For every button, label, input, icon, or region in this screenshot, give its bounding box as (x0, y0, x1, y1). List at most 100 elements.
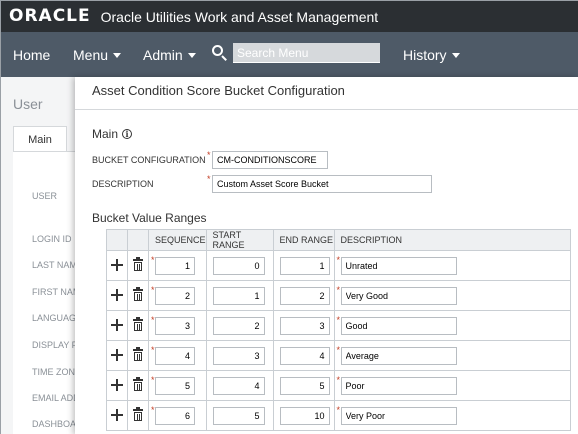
plus-icon[interactable] (111, 289, 123, 302)
search-icon[interactable] (212, 45, 228, 61)
bucket-configuration-label: BUCKET CONFIGURATION (92, 155, 206, 165)
add-row-cell (106, 370, 128, 401)
nav-bar: Home Menu Admin History (1, 32, 578, 77)
sequence-cell: * (148, 400, 207, 431)
grid-header-end-range: END RANGE (272, 229, 335, 251)
plus-icon[interactable] (111, 349, 123, 362)
description-cell: * (333, 310, 572, 341)
required-marker: * (336, 345, 341, 355)
caret-down-icon (451, 53, 460, 58)
end-range-input[interactable] (279, 377, 330, 395)
description-input[interactable] (340, 317, 457, 335)
sequence-cell: * (148, 340, 207, 371)
nav-home-label: Home (13, 46, 51, 63)
delete-row-cell (127, 250, 149, 281)
grid-header-sequence: SEQUENCE (148, 229, 207, 251)
plus-icon[interactable] (111, 259, 123, 272)
description-field[interactable] (212, 175, 432, 193)
sequence-input[interactable] (155, 377, 195, 395)
sequence-input[interactable] (155, 287, 195, 305)
background-label-language: LANGUAGE (32, 313, 75, 323)
start-range-cell (205, 250, 274, 281)
app-title: Oracle Utilities Work and Asset Manageme… (100, 8, 379, 25)
trash-icon[interactable] (133, 377, 143, 392)
plus-icon[interactable] (111, 409, 123, 422)
delete-row-cell (127, 310, 149, 341)
background-label-user: USER (32, 191, 58, 201)
section-main-label: Main (92, 127, 119, 141)
start-range-input[interactable] (212, 377, 265, 395)
background-label-display-profile: DISPLAY PROFILE (32, 340, 75, 350)
nav-history[interactable]: History (403, 32, 460, 77)
required-marker: * (207, 150, 211, 160)
background-label-dashboard: DASHBOARD (32, 419, 75, 429)
description-input[interactable] (340, 407, 457, 425)
start-range-input[interactable] (212, 407, 265, 425)
end-range-cell (272, 280, 335, 311)
start-range-cell (205, 400, 274, 431)
required-marker: * (151, 375, 155, 385)
required-marker: * (336, 315, 341, 325)
end-range-input[interactable] (279, 287, 330, 305)
nav-home[interactable]: Home (13, 32, 50, 77)
start-range-input[interactable] (212, 317, 265, 335)
section-main-heading: Main i (92, 127, 133, 141)
end-range-cell (272, 340, 335, 371)
tab-main-label: Main (28, 133, 52, 146)
background-label-time-zone: TIME ZONE (32, 367, 75, 377)
trash-icon[interactable] (133, 347, 143, 362)
grid-header-row: SEQUENCE START RANGE END RANGE DESCRIPTI… (106, 229, 572, 251)
required-marker: * (336, 405, 341, 415)
trash-icon[interactable] (133, 257, 143, 272)
end-range-cell (272, 310, 335, 341)
background-page-title: User (13, 96, 43, 112)
start-range-cell (205, 340, 274, 371)
caret-down-icon (187, 53, 196, 58)
description-input[interactable] (340, 257, 457, 275)
tab-main[interactable]: Main (13, 126, 67, 152)
info-icon[interactable]: i (122, 129, 133, 139)
search-menu (212, 43, 380, 63)
required-marker: * (207, 174, 211, 184)
end-range-input[interactable] (279, 317, 330, 335)
grid-header-delete (127, 229, 149, 251)
required-marker: * (336, 375, 341, 385)
end-range-input[interactable] (279, 407, 330, 425)
nav-admin[interactable]: Admin (143, 32, 196, 77)
section-bucket-value-ranges: Bucket Value Ranges (92, 211, 207, 225)
start-range-cell (205, 280, 274, 311)
bucket-configuration-field[interactable] (212, 151, 328, 169)
modal-title: Asset Condition Score Bucket Configurati… (92, 83, 345, 98)
nav-history-label: History (403, 46, 447, 63)
start-range-input[interactable] (212, 287, 265, 305)
required-marker: * (336, 255, 341, 265)
plus-icon[interactable] (111, 379, 123, 392)
trash-icon[interactable] (133, 287, 143, 302)
trash-icon[interactable] (133, 317, 143, 332)
modal-divider (75, 109, 578, 110)
add-row-cell (106, 340, 128, 371)
description-input[interactable] (340, 287, 457, 305)
end-range-input[interactable] (279, 347, 330, 365)
description-input[interactable] (340, 347, 457, 365)
description-input[interactable] (340, 377, 457, 395)
caret-down-icon (113, 53, 122, 58)
plus-icon[interactable] (111, 319, 123, 332)
end-range-cell (272, 250, 335, 281)
description-cell: * (333, 340, 572, 371)
background-label-login-id: LOGIN ID (32, 234, 72, 244)
start-range-input[interactable] (212, 347, 265, 365)
search-input[interactable] (233, 43, 380, 63)
start-range-input[interactable] (212, 257, 265, 275)
background-label-email: EMAIL ADDRESS (32, 393, 75, 403)
table-row: ** (106, 400, 572, 431)
add-row-cell (106, 280, 128, 311)
sequence-input[interactable] (155, 257, 195, 275)
sequence-input[interactable] (155, 407, 195, 425)
sequence-input[interactable] (155, 317, 195, 335)
trash-icon[interactable] (133, 407, 143, 422)
nav-menu[interactable]: Menu (73, 32, 122, 77)
description-cell: * (333, 280, 572, 311)
sequence-input[interactable] (155, 347, 195, 365)
end-range-input[interactable] (279, 257, 330, 275)
